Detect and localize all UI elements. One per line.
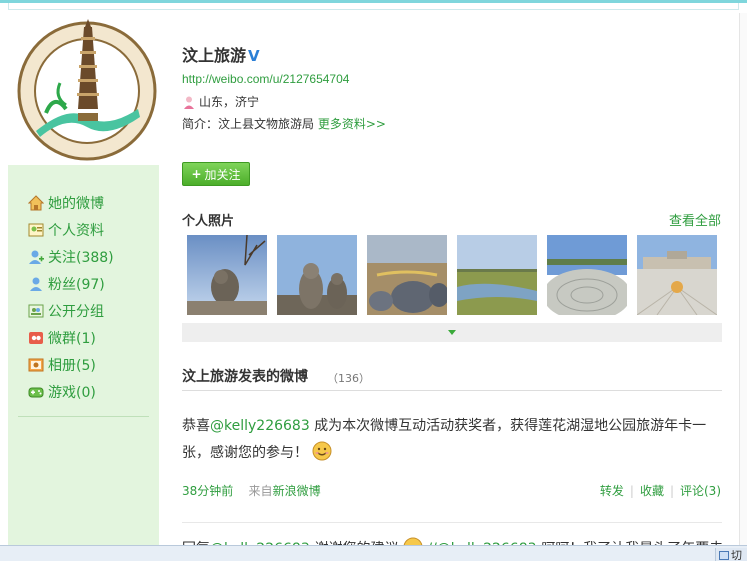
mention-link[interactable]: @kelly226683 <box>210 418 310 434</box>
avatar[interactable] <box>8 13 159 165</box>
profile-location: 山东，济宁 <box>182 93 259 110</box>
sidebar: 她的微博 个人资料 关注(388) 粉丝(97) 公开分组 微群(1) 相册(5… <box>8 13 159 561</box>
photo-statue-sky <box>187 235 267 315</box>
weiqun-icon <box>28 330 44 346</box>
sidebar-divider <box>18 416 149 417</box>
feed-title: 汶上旅游发表的微博 <box>182 369 308 385</box>
photo-statue-closeup <box>277 235 357 315</box>
follow-user-icon <box>28 249 44 265</box>
taskbar-tab[interactable]: 切 <box>715 548 747 561</box>
window-icon <box>719 550 729 560</box>
sidebar-item-fans[interactable]: 粉丝(97) <box>28 270 153 297</box>
sidebar-item-weiqun[interactable]: 微群(1) <box>28 324 153 351</box>
photo-thumb-5[interactable] <box>547 235 627 315</box>
sidebar-nav: 她的微博 个人资料 关注(388) 粉丝(97) 公开分组 微群(1) 相册(5… <box>27 189 153 405</box>
post-time-link[interactable]: 38分钟前 <box>182 484 233 498</box>
more-info-link[interactable]: 更多资料>> <box>318 117 386 131</box>
feed-count: （136） <box>327 372 370 385</box>
profile-url[interactable]: http://weibo.com/u/2127654704 <box>182 72 349 86</box>
sidebar-item-label: 粉丝(97) <box>48 276 105 293</box>
chevron-down-icon <box>448 330 456 335</box>
sidebar-item-following[interactable]: 关注(388) <box>28 243 153 270</box>
post-meta: 38分钟前 来自新浪微博 <box>182 482 321 499</box>
divider <box>182 390 722 391</box>
profile-card-icon <box>28 222 44 238</box>
verified-badge-icon[interactable]: V <box>248 47 260 65</box>
sidebar-item-profile[interactable]: 个人资料 <box>28 216 153 243</box>
sidebar-item-label: 游戏(0) <box>48 384 96 401</box>
separator: | <box>629 484 634 498</box>
source-link[interactable]: 新浪微博 <box>273 484 321 498</box>
expand-photos-bar[interactable] <box>182 323 722 342</box>
plus-icon: + <box>191 167 202 181</box>
sidebar-item-her-weibo[interactable]: 她的微博 <box>27 189 153 216</box>
profile-name: 汶上旅游 V <box>182 46 260 65</box>
top-frame <box>8 3 739 10</box>
photo-plaza-paving <box>547 235 627 315</box>
top-strip <box>0 0 747 13</box>
post-actions: 转发 | 收藏 | 评论(3) <box>600 482 721 499</box>
profile-bio: 简介：汶上县文物旅游局 更多资料>> <box>182 117 386 131</box>
scrollbar[interactable] <box>739 13 747 561</box>
sidebar-item-album[interactable]: 相册(5) <box>28 351 153 378</box>
status-bar: 切 <box>0 545 747 561</box>
view-all-link[interactable]: 查看全部 <box>669 210 721 229</box>
photos-title: 个人照片 <box>182 214 235 229</box>
photo-thumb-4[interactable] <box>457 235 537 315</box>
post-text: 恭喜@kelly226683 成为本次微博互动活动获奖者，获得莲花湖湿地公园旅游… <box>182 418 707 461</box>
sidebar-item-label: 相册(5) <box>48 357 96 374</box>
sidebar-item-label: 公开分组 <box>48 303 104 320</box>
photo-strip <box>187 235 727 315</box>
comment-button[interactable]: 评论(3) <box>680 484 721 498</box>
sidebar-item-label: 微群(1) <box>48 330 96 347</box>
divider <box>182 522 722 523</box>
sidebar-item-label: 她的微博 <box>48 195 104 212</box>
location-text: 山东，济宁 <box>199 95 260 109</box>
photo-rocks-plaza <box>367 235 447 315</box>
separator: | <box>669 484 674 498</box>
favorite-button[interactable]: 收藏 <box>640 484 664 498</box>
sidebar-item-public-groups[interactable]: 公开分组 <box>28 297 153 324</box>
game-icon <box>28 384 44 400</box>
female-user-icon <box>182 95 196 109</box>
photo-park-gate <box>637 235 717 315</box>
fans-icon <box>28 276 44 292</box>
sidebar-item-label: 个人资料 <box>48 222 104 239</box>
smile-emoji-icon <box>312 441 332 461</box>
album-icon <box>28 357 44 373</box>
follow-button[interactable]: + 加关注 <box>182 162 250 186</box>
source-prefix: 来自 <box>248 484 273 498</box>
home-icon <box>27 194 45 211</box>
photo-thumb-1[interactable] <box>187 235 267 315</box>
photo-thumb-6[interactable] <box>637 235 717 315</box>
sidebar-item-games[interactable]: 游戏(0) <box>28 378 153 405</box>
photo-wetland-lake <box>457 235 537 315</box>
follow-label: 加关注 <box>204 167 241 182</box>
repost-button[interactable]: 转发 <box>600 484 624 498</box>
logo-seal-icon <box>8 13 159 165</box>
photo-thumb-3[interactable] <box>367 235 447 315</box>
photo-thumb-2[interactable] <box>277 235 357 315</box>
main-content: 汶上旅游 V http://weibo.com/u/2127654704 山东，济… <box>159 13 739 561</box>
sidebar-item-label: 关注(388) <box>48 249 114 266</box>
group-icon <box>28 303 44 319</box>
